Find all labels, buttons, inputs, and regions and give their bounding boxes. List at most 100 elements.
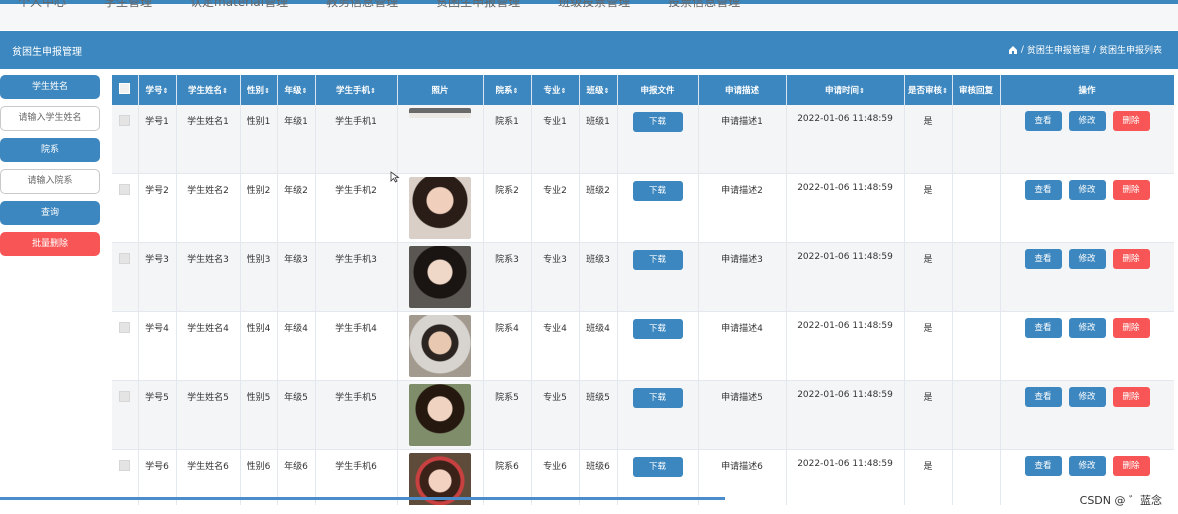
cell-file: 下载 [617, 311, 699, 381]
cell-reply [952, 173, 1001, 243]
download-button[interactable]: 下载 [632, 319, 683, 339]
edit-button[interactable]: 修改 [1068, 456, 1106, 476]
delete-button[interactable]: 删除 [1112, 387, 1150, 407]
download-button[interactable]: 下载 [632, 457, 683, 477]
nav-item[interactable]: 投票信息管理 [668, 0, 740, 12]
nav-item[interactable]: 班级投票管理 [558, 0, 630, 12]
cell-time: 2022-01-06 11:48:59 [786, 242, 905, 312]
edit-button[interactable]: 修改 [1068, 180, 1106, 200]
col-header[interactable]: 学生手机⇕ [315, 75, 398, 105]
cell-name: 学生姓名5 [176, 380, 241, 450]
delete-button[interactable]: 删除 [1112, 249, 1150, 269]
download-button[interactable]: 下载 [632, 112, 683, 132]
breadcrumb-item: 贫困生申报列表 [1098, 46, 1162, 56]
cell-phone: 学生手机3 [315, 242, 398, 312]
download-button[interactable]: 下载 [632, 250, 683, 270]
download-button[interactable]: 下载 [632, 181, 683, 201]
view-button[interactable]: 查看 [1024, 456, 1062, 476]
student-photo [409, 246, 471, 308]
col-header[interactable]: 学号⇕ [138, 75, 177, 105]
breadcrumb-item[interactable]: 贫困生申报管理 [1027, 43, 1090, 56]
delete-button[interactable]: 删除 [1112, 318, 1150, 338]
cell-name: 学生姓名2 [176, 173, 241, 243]
cell-phone: 学生手机2 [315, 173, 398, 243]
cell-id: 学号4 [138, 311, 177, 381]
cell-class: 班级3 [579, 242, 618, 312]
col-header[interactable]: 申请时间⇕ [786, 75, 905, 105]
delete-button[interactable]: 删除 [1112, 180, 1150, 200]
view-button[interactable]: 查看 [1024, 387, 1062, 407]
edit-button[interactable]: 修改 [1068, 249, 1106, 269]
cell-reviewed: 是 [904, 380, 953, 450]
home-icon[interactable] [1008, 45, 1018, 55]
view-button[interactable]: 查看 [1024, 318, 1062, 338]
cell-class: 班级1 [579, 105, 618, 174]
student-photo [409, 315, 471, 377]
dept-input[interactable]: 请输入院系 [0, 169, 100, 194]
delete-button[interactable]: 删除 [1112, 456, 1150, 476]
cell-grade: 年级2 [277, 173, 316, 243]
cell-phone: 学生手机1 [315, 105, 398, 174]
cell-reply [952, 311, 1001, 381]
cell-grade: 年级3 [277, 242, 316, 312]
row-checkbox[interactable] [119, 253, 131, 264]
col-header[interactable]: 学生姓名⇕ [176, 75, 241, 105]
cell-actions: 查看 修改 删除 [1000, 380, 1174, 450]
horizontal-scrollbar[interactable] [0, 497, 725, 500]
cell-time: 2022-01-06 11:48:59 [786, 105, 905, 174]
cell-dept: 院系5 [483, 380, 532, 450]
cell-actions: 查看 修改 删除 [1000, 173, 1174, 243]
row-checkbox[interactable] [119, 184, 131, 195]
nav-item[interactable]: 个人中心 [18, 0, 66, 12]
breadcrumb: / 贫困生申报管理 / 贫困生申报列表 [1008, 43, 1162, 56]
cell-reply [952, 449, 1001, 505]
row-checkbox[interactable] [119, 115, 131, 126]
edit-button[interactable]: 修改 [1068, 318, 1106, 338]
nav-item[interactable]: 教务信息管理 [326, 0, 398, 12]
edit-button[interactable]: 修改 [1068, 387, 1106, 407]
cell-gender: 性别3 [240, 242, 278, 312]
row-checkbox[interactable] [119, 460, 131, 471]
cell-grade: 年级4 [277, 311, 316, 381]
cell-time: 2022-01-06 11:48:59 [786, 380, 905, 450]
cell-reply [952, 242, 1001, 312]
cell-grade: 年级1 [277, 105, 316, 174]
col-header[interactable]: 是否审核⇕ [904, 75, 953, 105]
view-button[interactable]: 查看 [1024, 180, 1062, 200]
cell-dept: 院系3 [483, 242, 532, 312]
nav-item[interactable]: 贫困生申报管理 [436, 0, 520, 12]
student-photo [409, 177, 471, 239]
row-checkbox[interactable] [119, 391, 131, 402]
cell-major: 专业3 [531, 242, 580, 312]
cell-desc: 申请描述4 [698, 311, 787, 381]
col-header[interactable]: 年级⇕ [277, 75, 316, 105]
view-button[interactable]: 查看 [1024, 249, 1062, 269]
col-header[interactable]: 专业⇕ [531, 75, 580, 105]
search-button[interactable]: 查询 [0, 201, 100, 225]
row-checkbox[interactable] [119, 322, 131, 333]
select-all-checkbox[interactable] [119, 83, 131, 94]
cell-reviewed: 是 [904, 449, 953, 505]
student-name-input[interactable]: 请输入学生姓名 [0, 106, 100, 131]
nav-item[interactable]: 认定material管理 [190, 0, 288, 12]
table-row: 学号5 学生姓名5 性别5 年级5 学生手机5 院系5 专业5 班级5 下载 申请描述5 2022-… [112, 380, 1174, 450]
cell-grade: 年级5 [277, 380, 316, 450]
cell-name: 学生姓名1 [176, 105, 241, 174]
delete-button[interactable]: 删除 [1112, 111, 1150, 131]
mouse-cursor-icon [390, 171, 400, 183]
cell-desc: 申请描述3 [698, 242, 787, 312]
cell-major: 专业4 [531, 311, 580, 381]
cell-reviewed: 是 [904, 311, 953, 381]
cell-class: 班级4 [579, 311, 618, 381]
col-header[interactable]: 院系⇕ [483, 75, 532, 105]
download-button[interactable]: 下载 [632, 388, 683, 408]
col-header: 申报文件 [617, 75, 699, 105]
col-header[interactable]: 性别⇕ [240, 75, 278, 105]
batch-delete-button[interactable]: 批量删除 [0, 232, 100, 256]
cell-time: 2022-01-06 11:48:59 [786, 449, 905, 505]
col-header[interactable]: 班级⇕ [579, 75, 618, 105]
nav-item[interactable]: 学生管理 [104, 0, 152, 12]
view-button[interactable]: 查看 [1024, 111, 1062, 131]
cell-phone: 学生手机4 [315, 311, 398, 381]
edit-button[interactable]: 修改 [1068, 111, 1106, 131]
